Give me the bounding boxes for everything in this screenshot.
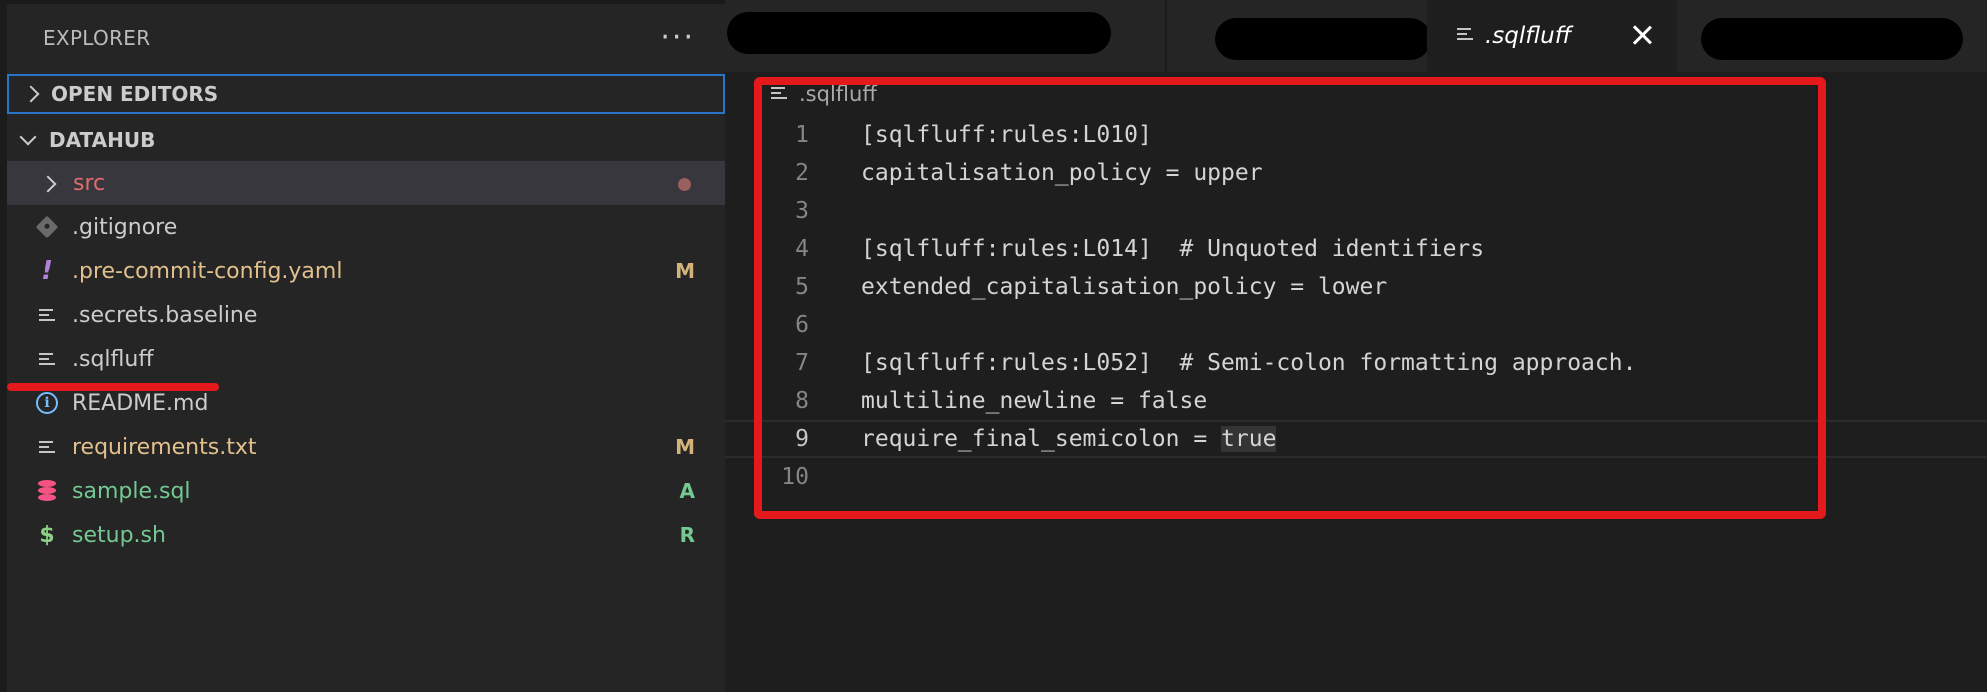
editor-tab-bar: .sqlfluff bbox=[725, 0, 1987, 72]
tree-item-src[interactable]: src bbox=[7, 161, 725, 205]
line-text: multiline_newline = false bbox=[861, 388, 1208, 414]
code-line[interactable]: 1 [sqlfluff:rules:L010] bbox=[725, 116, 1987, 154]
tab-redacted[interactable] bbox=[725, 0, 1165, 72]
line-text: extended_capitalisation_policy = lower bbox=[861, 274, 1388, 300]
breadcrumb-file: .sqlfluff bbox=[799, 82, 877, 106]
file-name: .pre-commit-config.yaml bbox=[72, 258, 343, 284]
open-editors-section[interactable]: OPEN EDITORS bbox=[7, 74, 725, 114]
tree-item-sqlfluff[interactable]: .sqlfluff bbox=[7, 337, 725, 381]
line-text-prefix: require_final_semicolon = bbox=[861, 426, 1222, 452]
lines-icon bbox=[771, 82, 799, 106]
lines-icon bbox=[36, 439, 58, 455]
chevron-down-icon bbox=[15, 120, 43, 160]
file-name: README.md bbox=[72, 390, 209, 416]
file-name: src bbox=[73, 170, 106, 196]
workspace-label: DATAHUB bbox=[49, 128, 156, 152]
redaction-block bbox=[727, 12, 1111, 54]
chevron-right-icon bbox=[40, 163, 62, 203]
lines-icon bbox=[36, 351, 58, 367]
code-line[interactable]: 6 bbox=[725, 306, 1987, 344]
line-number: 3 bbox=[795, 198, 809, 224]
close-icon[interactable] bbox=[1631, 24, 1653, 46]
code-line[interactable]: 8 multiline_newline = false bbox=[725, 382, 1987, 420]
tab-redacted[interactable] bbox=[1677, 0, 1987, 72]
line-number: 7 bbox=[795, 350, 809, 376]
dollar-icon: $ bbox=[39, 522, 55, 548]
file-tree: src .gitignore ! .pre-commit-config.yaml… bbox=[7, 161, 725, 557]
tab-label: .sqlfluff bbox=[1485, 23, 1572, 49]
exclamation-icon: ! bbox=[41, 256, 53, 286]
line-number: 4 bbox=[795, 236, 809, 262]
chevron-right-icon bbox=[17, 74, 45, 114]
explorer-title: EXPLORER bbox=[43, 26, 151, 50]
code-line-current[interactable]: 9 require_final_semicolon = true bbox=[725, 420, 1987, 458]
file-name: sample.sql bbox=[72, 478, 191, 504]
code-line[interactable]: 2 capitalisation_policy = upper bbox=[725, 154, 1987, 192]
code-area[interactable]: 1 [sqlfluff:rules:L010] 2 capitalisation… bbox=[725, 116, 1987, 496]
file-name: setup.sh bbox=[72, 522, 166, 548]
annotation-underline bbox=[7, 383, 219, 391]
line-number: 6 bbox=[795, 312, 809, 338]
git-status-badge: M bbox=[675, 435, 695, 459]
lines-icon bbox=[36, 307, 58, 323]
line-number: 2 bbox=[795, 160, 809, 186]
line-number: 8 bbox=[795, 388, 809, 414]
modified-dot-icon bbox=[678, 178, 691, 191]
redaction-block bbox=[1215, 18, 1431, 60]
tab-redacted[interactable] bbox=[1165, 0, 1431, 72]
line-number: 9 bbox=[795, 426, 809, 452]
tree-item-secrets-baseline[interactable]: .secrets.baseline bbox=[7, 293, 725, 337]
file-name: .gitignore bbox=[72, 214, 178, 240]
vscode-window: EXPLORER ··· OPEN EDITORS DATAHUB src .g… bbox=[0, 0, 1987, 692]
workspace-section[interactable]: DATAHUB bbox=[7, 120, 725, 160]
tree-item-gitignore[interactable]: .gitignore bbox=[7, 205, 725, 249]
highlighted-word: true bbox=[1221, 426, 1277, 452]
tree-item-sample-sql[interactable]: sample.sql A bbox=[7, 469, 725, 513]
code-editor[interactable]: .sqlfluff 1 [sqlfluff:rules:L010] 2 capi… bbox=[725, 72, 1987, 692]
database-icon bbox=[36, 480, 58, 502]
redaction-block bbox=[1701, 18, 1963, 60]
code-line[interactable]: 10 bbox=[725, 458, 1987, 496]
info-icon: i bbox=[36, 392, 58, 414]
line-text: [sqlfluff:rules:L052] # Semi-colon forma… bbox=[861, 350, 1637, 376]
file-name: requirements.txt bbox=[72, 434, 257, 460]
code-line[interactable]: 4 [sqlfluff:rules:L014] # Unquoted ident… bbox=[725, 230, 1987, 268]
code-line[interactable]: 3 bbox=[725, 192, 1987, 230]
tree-item-pre-commit-config[interactable]: ! .pre-commit-config.yaml M bbox=[7, 249, 725, 293]
explorer-header: EXPLORER ··· bbox=[7, 4, 725, 72]
breadcrumb[interactable]: .sqlfluff bbox=[771, 80, 877, 108]
open-editors-label: OPEN EDITORS bbox=[51, 82, 219, 106]
line-text: [sqlfluff:rules:L014] # Unquoted identif… bbox=[861, 236, 1485, 262]
code-line[interactable]: 5 extended_capitalisation_policy = lower bbox=[725, 268, 1987, 306]
tab-sqlfluff[interactable]: .sqlfluff bbox=[1427, 0, 1677, 72]
line-text: [sqlfluff:rules:L010] bbox=[861, 122, 1152, 148]
git-status-badge: A bbox=[679, 479, 695, 503]
explorer-sidebar: EXPLORER ··· OPEN EDITORS DATAHUB src .g… bbox=[0, 0, 732, 692]
file-name: .sqlfluff bbox=[72, 346, 154, 372]
line-text: require_final_semicolon = true bbox=[861, 426, 1277, 452]
git-icon bbox=[35, 215, 59, 239]
code-line[interactable]: 7 [sqlfluff:rules:L052] # Semi-colon for… bbox=[725, 344, 1987, 382]
line-number: 1 bbox=[795, 122, 809, 148]
lines-icon bbox=[1457, 26, 1473, 46]
tree-item-setup-sh[interactable]: $ setup.sh R bbox=[7, 513, 725, 557]
file-name: .secrets.baseline bbox=[72, 302, 258, 328]
ellipsis-icon[interactable]: ··· bbox=[660, 23, 695, 53]
git-status-badge: R bbox=[679, 523, 695, 547]
line-number: 5 bbox=[795, 274, 809, 300]
git-status-badge: M bbox=[675, 259, 695, 283]
line-text: capitalisation_policy = upper bbox=[861, 160, 1263, 186]
line-number: 10 bbox=[781, 464, 809, 490]
tree-item-requirements[interactable]: requirements.txt M bbox=[7, 425, 725, 469]
